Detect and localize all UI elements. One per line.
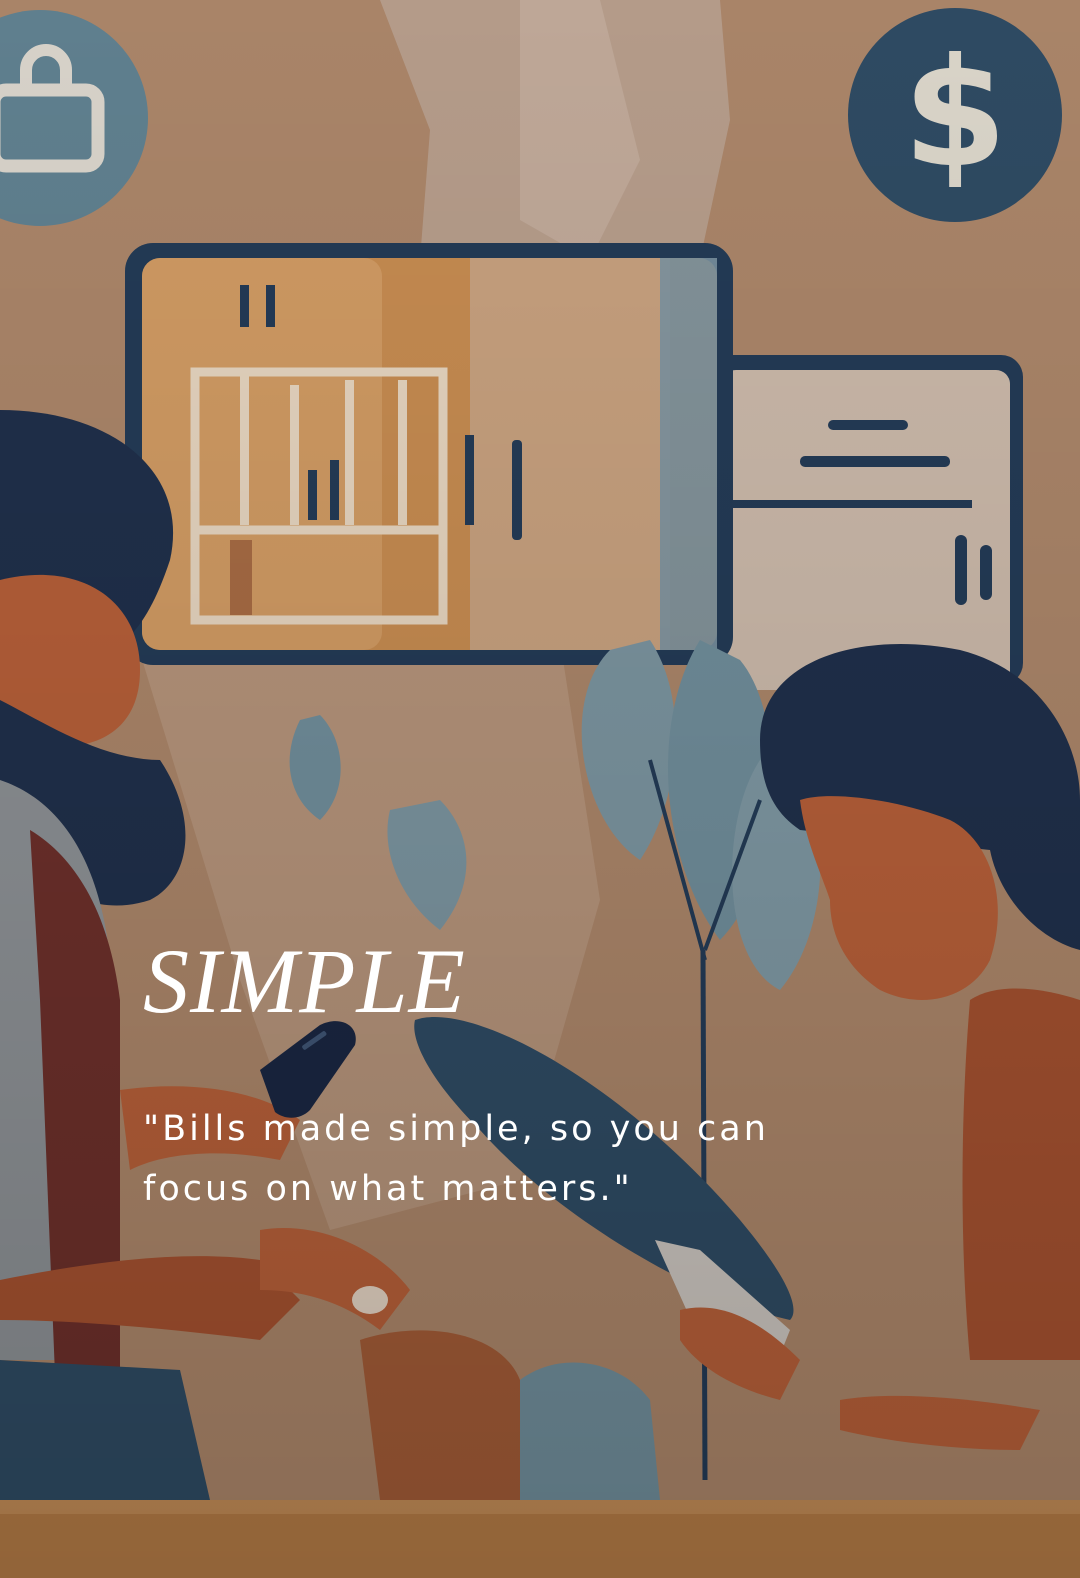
- onboarding-screen: $: [0, 0, 1080, 1578]
- headline: SIMPLE: [143, 930, 466, 1032]
- intro-text-block: SIMPLE "Bills made simple, so you can fo…: [143, 935, 863, 1219]
- background-illustration: $: [0, 0, 1080, 1578]
- tagline: "Bills made simple, so you can focus on …: [143, 1109, 769, 1209]
